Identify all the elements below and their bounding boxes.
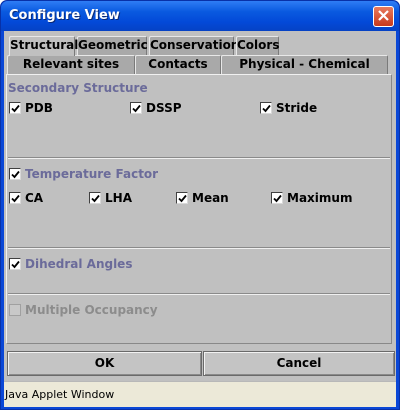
ca-label: CA — [25, 191, 44, 205]
ca-checkbox[interactable] — [9, 192, 21, 204]
dialog-body: Structural Geometric Conservation Colors… — [4, 31, 396, 407]
applet-window-label: Java Applet Window — [5, 388, 115, 401]
checkmark-icon — [11, 194, 20, 203]
configure-view-window: Configure View Structural Geometric Cons… — [0, 0, 400, 410]
tab-colors[interactable]: Colors — [236, 36, 279, 55]
checkmark-icon — [273, 194, 282, 203]
checkmark-icon — [91, 194, 100, 203]
dihedral-angles-checkbox[interactable] — [9, 258, 21, 270]
secondary-structure-title: Secondary Structure — [8, 81, 148, 95]
checkmark-icon — [11, 260, 20, 269]
stride-checkbox[interactable] — [260, 102, 272, 114]
checkmark-icon — [11, 170, 20, 179]
section-divider — [8, 293, 390, 295]
multiple-occupancy-checkbox[interactable] — [9, 304, 21, 316]
pdb-label: PDB — [25, 101, 53, 115]
close-button[interactable] — [373, 6, 394, 27]
tab-geometric[interactable]: Geometric — [77, 36, 148, 55]
mean-label: Mean — [192, 191, 229, 205]
title-bar[interactable]: Configure View — [1, 1, 399, 31]
tab-conservation[interactable]: Conservation — [149, 36, 239, 55]
cancel-button[interactable]: Cancel — [203, 351, 395, 376]
checkmark-icon — [132, 104, 141, 113]
checkmark-icon — [178, 194, 187, 203]
section-divider — [8, 157, 390, 159]
window-title: Configure View — [9, 8, 120, 23]
dssp-checkbox[interactable] — [130, 102, 142, 114]
dihedral-angles-label: Dihedral Angles — [25, 257, 133, 271]
multiple-occupancy-label: Multiple Occupancy — [25, 303, 158, 317]
section-divider — [8, 247, 390, 249]
pdb-checkbox[interactable] — [9, 102, 21, 114]
applet-status-bar: Java Applet Window — [4, 381, 396, 407]
lha-label: LHA — [105, 191, 132, 205]
dssp-label: DSSP — [146, 101, 182, 115]
tab-structural[interactable]: Structural — [9, 36, 78, 56]
close-icon — [378, 9, 389, 24]
maximum-checkbox[interactable] — [271, 192, 283, 204]
mean-checkbox[interactable] — [176, 192, 188, 204]
checkmark-icon — [262, 104, 271, 113]
stride-label: Stride — [276, 101, 318, 115]
temperature-factor-label: Temperature Factor — [25, 167, 159, 181]
tab-physical-chemical[interactable]: Physical - Chemical — [221, 55, 388, 74]
temperature-factor-checkbox[interactable] — [9, 168, 21, 180]
checkmark-icon — [11, 104, 20, 113]
tab-relevant-sites[interactable]: Relevant sites — [7, 55, 135, 74]
tab-contacts[interactable]: Contacts — [135, 55, 221, 74]
lha-checkbox[interactable] — [89, 192, 101, 204]
maximum-label: Maximum — [287, 191, 353, 205]
ok-button[interactable]: OK — [7, 351, 202, 376]
